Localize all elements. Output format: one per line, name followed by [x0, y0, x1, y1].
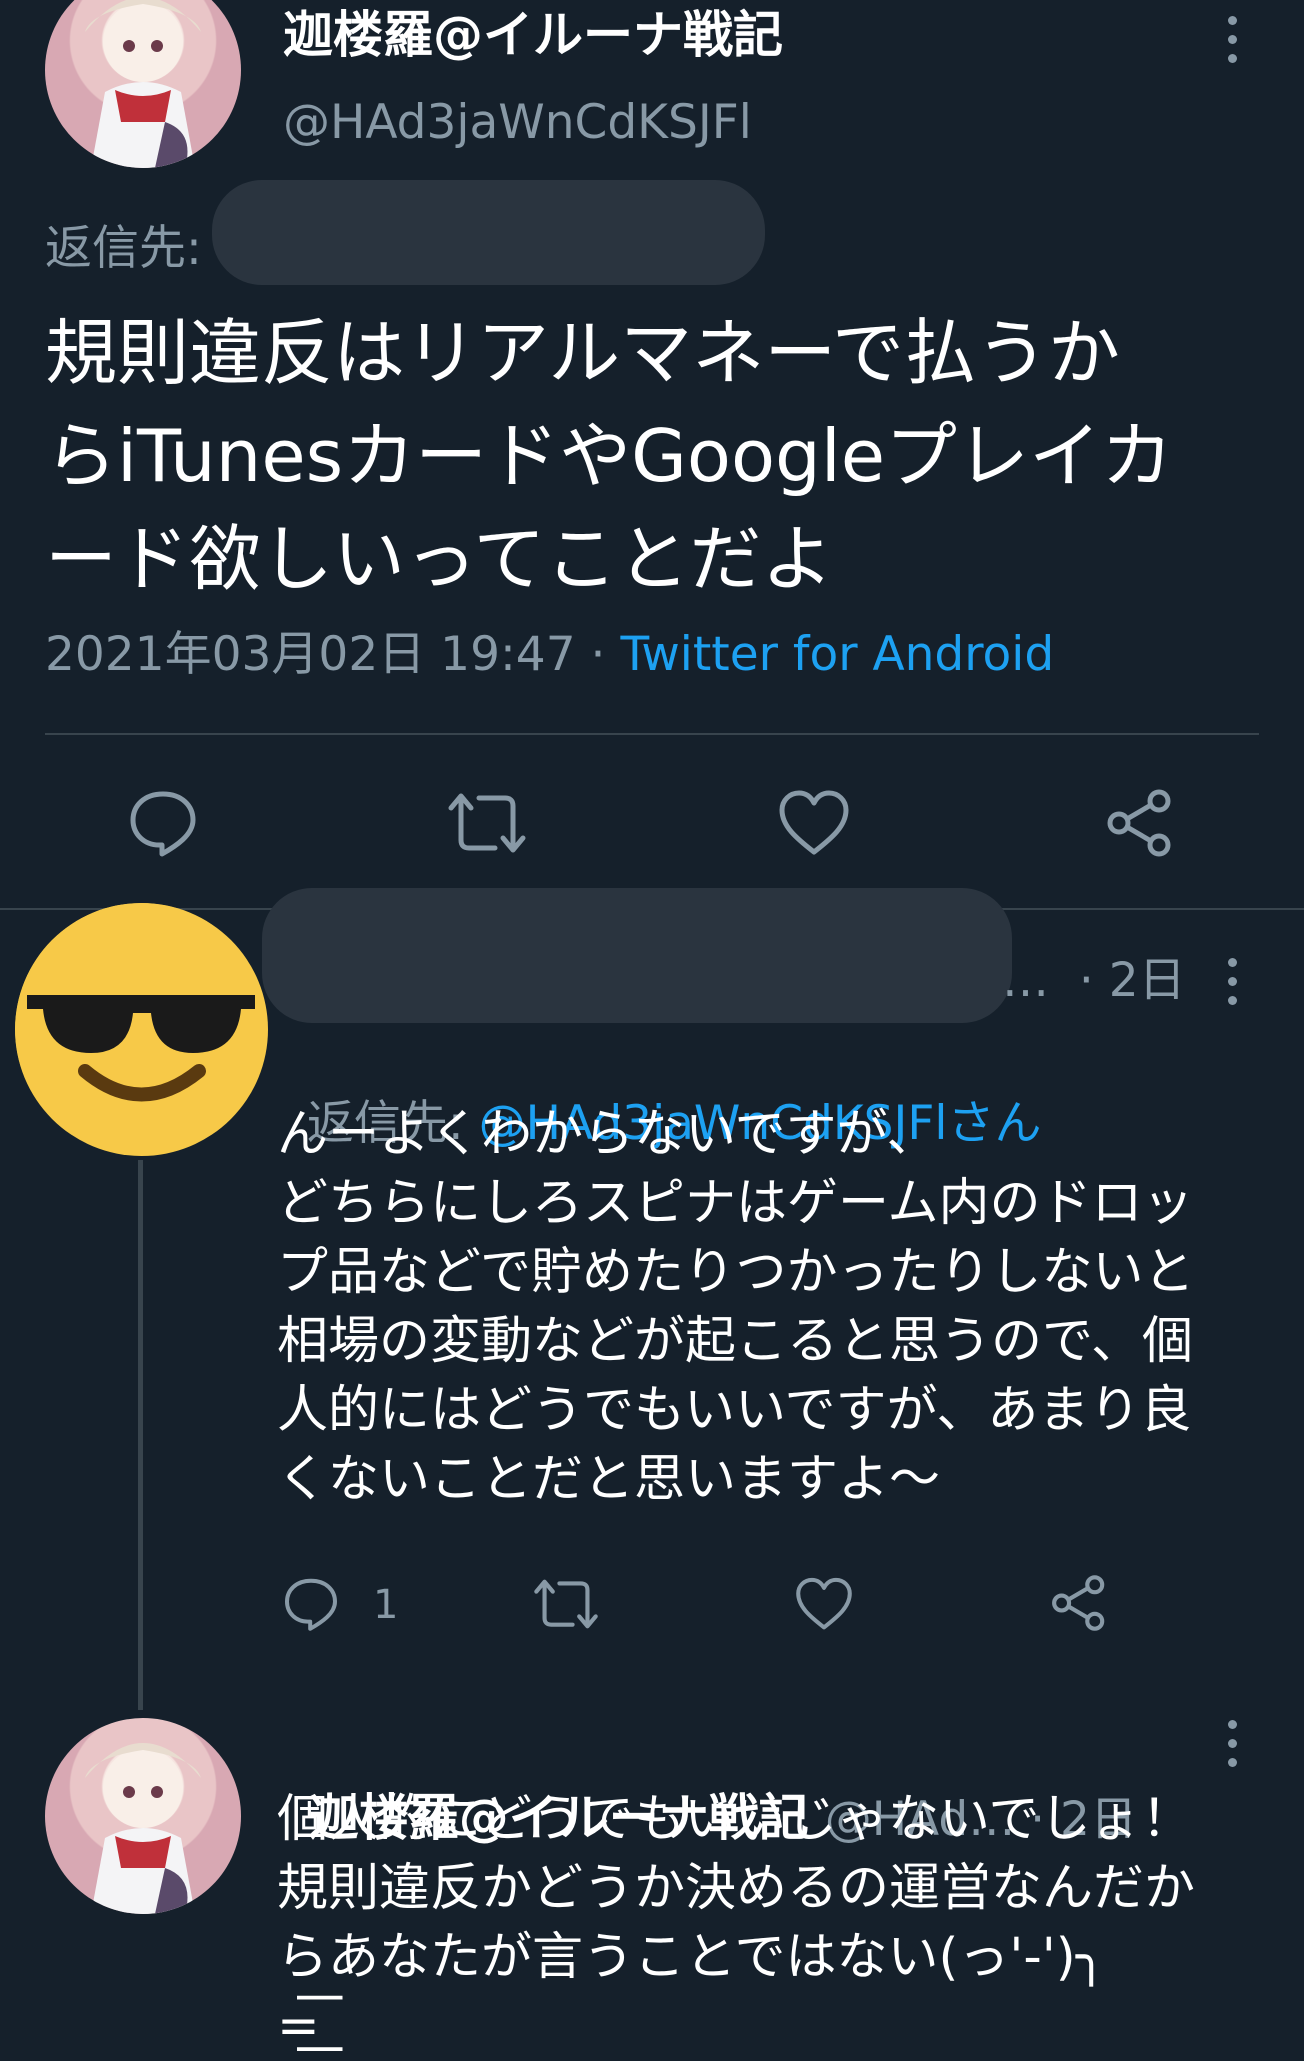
display-name[interactable]: 迦楼羅@イルーナ戦記	[283, 0, 783, 70]
redacted-username	[262, 888, 1012, 1023]
tweet-text: 個人的にどうでもいいじゃないでしょ！ 規則違反かどうか決めるの運営なんだか らあ…	[277, 1790, 1196, 2056]
profile-art	[85, 0, 201, 168]
sunglasses-emoji-icon	[15, 903, 267, 1155]
reply-icon[interactable]	[128, 788, 198, 858]
avatar[interactable]	[15, 903, 268, 1156]
reply-icon[interactable]	[283, 1576, 339, 1632]
tweet-text: んーよくわからないですが、 どちらにしろスピナはゲーム内のドロッ プ品などで貯め…	[277, 1105, 1195, 1509]
redacted-username	[212, 180, 765, 285]
tweet-meta: 2021年03月02日 19:47 · Twitter for Android	[45, 622, 1054, 688]
retweet-icon[interactable]	[447, 790, 527, 856]
more-options-icon[interactable]	[1222, 1720, 1242, 1777]
share-icon[interactable]	[1105, 788, 1175, 858]
reply-to-label: 返信先:	[45, 221, 202, 276]
handle[interactable]: @HAd3jaWnCdKSJFl	[283, 92, 752, 154]
more-options-icon[interactable]	[1222, 16, 1242, 73]
retweet-icon[interactable]	[533, 1576, 599, 1632]
tweet-time: … · 2日	[1002, 953, 1186, 1008]
divider	[45, 733, 1259, 735]
share-icon[interactable]	[1050, 1574, 1108, 1632]
reply-count: 1	[373, 1582, 399, 1628]
more-options-icon[interactable]	[1222, 958, 1242, 1015]
client-link[interactable]: Twitter for Android	[620, 627, 1054, 682]
avatar[interactable]	[45, 1718, 241, 1914]
like-icon[interactable]	[795, 1577, 853, 1631]
timestamp: 2021年03月02日 19:47 ·	[45, 627, 621, 682]
like-icon[interactable]	[778, 790, 850, 856]
tweet-text: 規則違反はリアルマネーで払うか らiTunesカードやGoogleプレイカ ード…	[45, 311, 1174, 601]
profile-art	[85, 1743, 201, 1914]
thread-line	[138, 1160, 143, 1710]
avatar[interactable]	[45, 0, 241, 168]
